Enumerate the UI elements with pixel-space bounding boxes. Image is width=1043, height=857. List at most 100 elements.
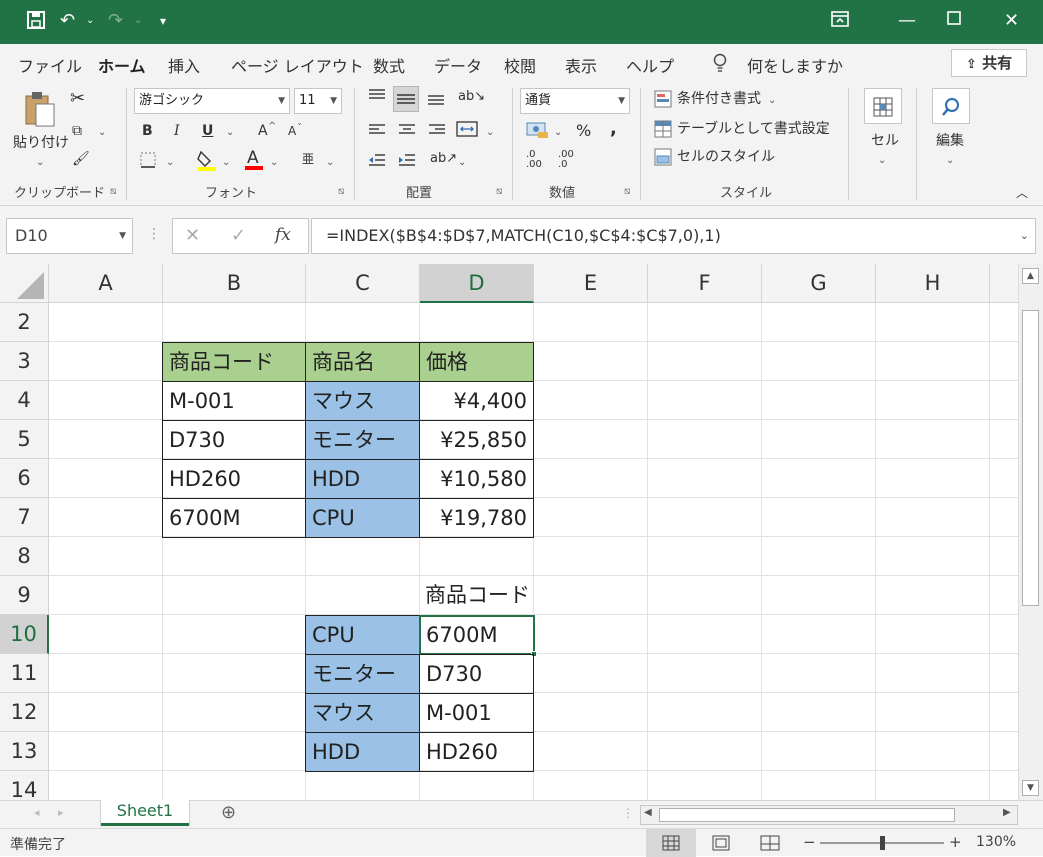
row-header-2[interactable]: 2	[0, 303, 49, 342]
row-header-7[interactable]: 7	[0, 498, 49, 537]
tab-home[interactable]: ホーム	[98, 53, 146, 85]
format-table-dropdown-icon[interactable]: ⌄	[820, 122, 828, 140]
tab-help[interactable]: ヘルプ	[626, 53, 674, 77]
column-header-f[interactable]: F	[648, 264, 762, 303]
tab-review[interactable]: 校閲	[504, 53, 536, 77]
column-header-i[interactable]	[990, 264, 1018, 303]
zoom-in-button[interactable]: +	[949, 833, 962, 851]
clipboard-launcher-icon[interactable]: ⧅	[110, 186, 116, 197]
maximize-icon[interactable]	[946, 10, 962, 32]
increase-indent-icon[interactable]	[397, 152, 417, 173]
redo-dropdown-icon[interactable]: ⌄	[134, 10, 142, 32]
tab-insert[interactable]: 挿入	[168, 53, 200, 77]
merge-center-icon[interactable]	[456, 120, 478, 143]
next-sheet-icon[interactable]: ▸	[58, 806, 64, 819]
cell-d13[interactable]: HD260	[419, 732, 534, 772]
cells-icon[interactable]	[864, 88, 902, 124]
conditional-formatting-icon[interactable]	[654, 90, 672, 113]
copy-icon[interactable]: ⧉	[72, 122, 82, 140]
format-as-table-button[interactable]: テーブルとして書式設定	[677, 120, 830, 138]
lightbulb-icon[interactable]	[712, 53, 728, 77]
decrease-indent-icon[interactable]	[367, 152, 387, 173]
scroll-left-icon[interactable]: ◀	[644, 807, 652, 818]
row-header-3[interactable]: 3	[0, 342, 49, 381]
sheet-tab-sheet1[interactable]: Sheet1	[101, 800, 189, 826]
cell-d9[interactable]: 商品コード	[419, 576, 559, 615]
increase-font-size-button[interactable]: A	[258, 122, 268, 140]
column-header-e[interactable]: E	[534, 264, 648, 303]
row-header-6[interactable]: 6	[0, 459, 49, 498]
cell-c10[interactable]: CPU	[305, 615, 420, 655]
page-layout-view-icon[interactable]	[712, 835, 730, 855]
row-header-8[interactable]: 8	[0, 537, 49, 576]
cell-c11[interactable]: モニター	[305, 654, 420, 694]
row-header-10[interactable]: 10	[0, 615, 49, 654]
align-center-icon[interactable]	[397, 122, 417, 143]
row-header-11[interactable]: 11	[0, 654, 49, 693]
align-right-icon[interactable]	[427, 122, 447, 143]
font-color-dropdown-icon[interactable]: ⌄	[270, 154, 278, 172]
cell-styles-button[interactable]: セルのスタイル	[677, 148, 775, 166]
paste-dropdown-icon[interactable]: ⌄	[36, 154, 44, 172]
bold-button[interactable]: B	[142, 122, 153, 140]
cell-d12[interactable]: M-001	[419, 693, 534, 733]
align-middle-icon[interactable]	[393, 86, 419, 112]
number-launcher-icon[interactable]: ⧅	[624, 186, 630, 197]
cells-button[interactable]: セル	[871, 132, 899, 150]
font-color-icon[interactable]: A	[244, 146, 264, 177]
scroll-thumb[interactable]	[1022, 310, 1039, 606]
font-size-select[interactable]: 11 ▼	[294, 88, 342, 114]
borders-icon[interactable]	[140, 152, 156, 173]
cells-dropdown-icon[interactable]: ⌄	[878, 152, 886, 170]
cell-c3[interactable]: 商品名	[305, 342, 420, 382]
tab-data[interactable]: データ	[434, 53, 482, 77]
orientation-dropdown-icon[interactable]: ⌄	[458, 154, 466, 172]
collapse-ribbon-icon[interactable]: ︿	[1016, 184, 1028, 202]
horizontal-scroll-thumb[interactable]	[659, 808, 955, 822]
cell-b3[interactable]: 商品コード	[162, 342, 306, 382]
zoom-slider-thumb[interactable]	[880, 836, 885, 850]
page-break-preview-icon[interactable]	[760, 835, 780, 855]
row-header-4[interactable]: 4	[0, 381, 49, 420]
decrease-font-size-button[interactable]: A	[288, 122, 296, 140]
cut-icon[interactable]: ✂	[70, 90, 85, 108]
select-all-button[interactable]	[0, 264, 49, 303]
vertical-scrollbar[interactable]: ▲ ▼	[1018, 264, 1043, 800]
row-header-13[interactable]: 13	[0, 732, 49, 771]
italic-button[interactable]: I	[174, 122, 180, 140]
tab-page-layout[interactable]: ページ レイアウト	[231, 53, 364, 77]
font-launcher-icon[interactable]: ⧅	[338, 186, 344, 197]
increase-decimal-icon[interactable]: .0.00	[526, 150, 542, 170]
cell-c6[interactable]: HDD	[305, 459, 420, 499]
cell-styles-icon[interactable]	[654, 148, 672, 171]
cell-d4[interactable]: ¥4,400	[419, 381, 534, 421]
add-sheet-icon[interactable]: ⊕	[221, 802, 236, 823]
customize-qat-icon[interactable]: ▾	[160, 10, 166, 32]
accounting-dropdown-icon[interactable]: ⌄	[554, 124, 562, 142]
column-header-c[interactable]: C	[306, 264, 420, 303]
zoom-out-button[interactable]: −	[803, 833, 816, 851]
ribbon-display-options-icon[interactable]	[830, 10, 850, 34]
column-header-a[interactable]: A	[49, 264, 163, 303]
cell-styles-dropdown-icon[interactable]: ⌄	[764, 150, 772, 168]
font-name-select[interactable]: 游ゴシック ▼	[134, 88, 290, 114]
cell-d6[interactable]: ¥10,580	[419, 459, 534, 499]
cell-c12[interactable]: マウス	[305, 693, 420, 733]
tab-formulas[interactable]: 数式	[373, 53, 405, 77]
tab-view[interactable]: 表示	[565, 53, 597, 77]
comma-button[interactable]: ,	[610, 120, 617, 138]
formula-input[interactable]: =INDEX($B$4:$D$7,MATCH(C10,$C$4:$C$7,0),…	[311, 218, 1036, 254]
align-left-icon[interactable]	[367, 122, 387, 143]
align-top-icon[interactable]	[367, 88, 387, 109]
undo-icon[interactable]: ↶	[60, 10, 75, 32]
search-icon[interactable]	[932, 88, 970, 124]
undo-dropdown-icon[interactable]: ⌄	[86, 10, 94, 32]
phonetic-guide-icon[interactable]: 亜	[302, 150, 314, 168]
column-header-g[interactable]: G	[762, 264, 876, 303]
cell-c4[interactable]: マウス	[305, 381, 420, 421]
alignment-launcher-icon[interactable]: ⧅	[496, 186, 502, 197]
column-header-h[interactable]: H	[876, 264, 990, 303]
expand-formula-icon[interactable]: ⌄	[1020, 219, 1029, 253]
name-box[interactable]: D10 ▼	[6, 218, 133, 254]
scroll-up-icon[interactable]: ▲	[1022, 268, 1039, 284]
